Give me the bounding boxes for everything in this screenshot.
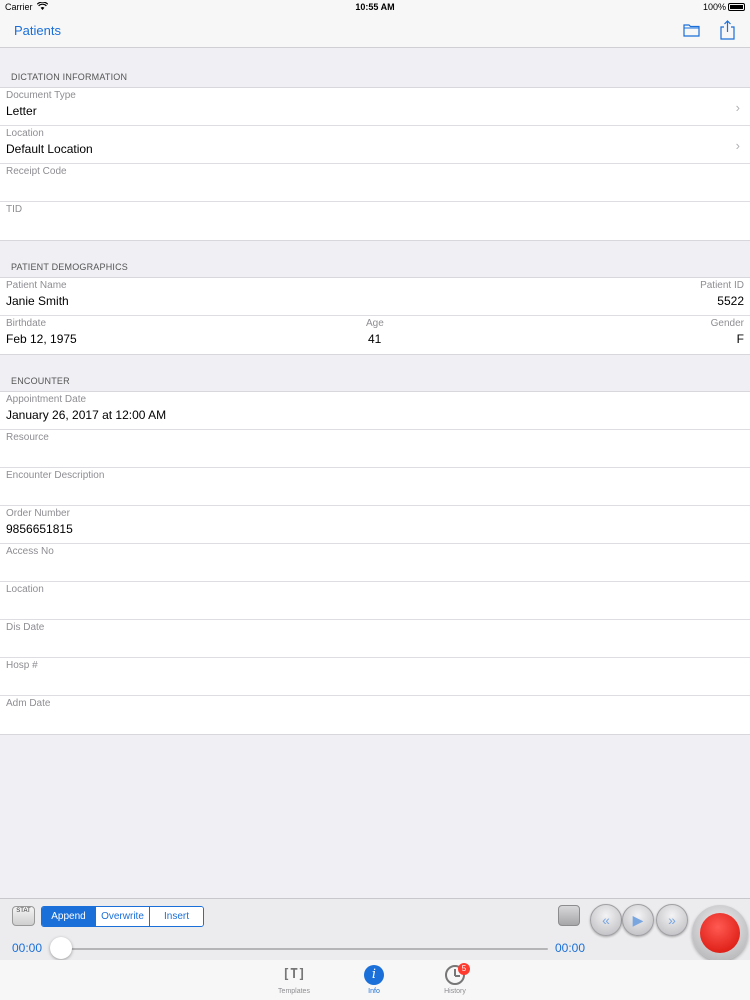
patient-id-value: 5522 — [717, 294, 744, 308]
tab-label: Templates — [278, 988, 310, 995]
section-title: ENCOUNTER — [11, 376, 70, 386]
navigation-bar: Patients — [0, 15, 750, 48]
location-label: Location — [6, 128, 44, 139]
order-number-field[interactable]: Order Number 9856651815 — [0, 506, 750, 544]
overwrite-mode-button[interactable]: Overwrite — [96, 907, 150, 926]
battery-percent: 100% — [702, 2, 726, 12]
order-number-value: 9856651815 — [6, 522, 73, 536]
demographics-group: Patient Name Janie Smith Patient ID 5522… — [0, 277, 750, 355]
encounter-location-label: Location — [6, 584, 44, 595]
status-bar: Carrier 10:55 AM 100% — [0, 0, 750, 15]
tab-label: Info — [368, 988, 380, 995]
share-icon[interactable] — [719, 20, 736, 40]
recorder-toolbar: STAT Append Overwrite Insert « ▶ » 00:00… — [0, 898, 750, 961]
fast-forward-icon[interactable]: » — [656, 904, 688, 936]
stat-toggle-button[interactable]: STAT — [12, 906, 35, 926]
section-header-encounter: ENCOUNTER — [0, 355, 750, 391]
section-title: PATIENT DEMOGRAPHICS — [11, 262, 129, 272]
chevron-right-icon: › — [735, 138, 740, 153]
gender-value: F — [736, 332, 744, 346]
patient-name-value: Janie Smith — [6, 294, 69, 308]
age-value: 41 — [368, 332, 382, 346]
birthdate-value: Feb 12, 1975 — [6, 332, 77, 346]
appointment-date-value: January 26, 2017 at 12:00 AM — [6, 408, 167, 422]
encounter-location-field[interactable]: Location — [0, 582, 750, 620]
birthdate-label: Birthdate — [6, 318, 47, 329]
info-icon: i — [364, 965, 384, 985]
adm-date-label: Adm Date — [6, 698, 51, 709]
hosp-number-field[interactable]: Hosp # — [0, 658, 750, 696]
playback-scrubber-track[interactable] — [60, 948, 548, 950]
record-button[interactable] — [692, 905, 748, 961]
section-header-demographics: PATIENT DEMOGRAPHICS — [0, 241, 750, 277]
tab-label: History — [444, 988, 466, 995]
resource-label: Resource — [6, 432, 49, 443]
tab-bar: [T] Templates i Info 5 History — [0, 960, 750, 1000]
chevron-right-icon: › — [735, 100, 740, 115]
record-mode-segmented-control: Append Overwrite Insert — [41, 906, 204, 927]
location-value: Default Location — [6, 142, 93, 156]
document-type-value: Letter — [6, 104, 37, 118]
patient-info-form: DICTATION INFORMATION Document Type Lett… — [0, 48, 750, 735]
age-label: Age — [366, 318, 384, 329]
stop-button[interactable] — [558, 905, 580, 926]
record-icon — [700, 913, 740, 953]
encounter-description-field[interactable]: Encounter Description — [0, 468, 750, 506]
resource-field[interactable]: Resource — [0, 430, 750, 468]
tid-label: TID — [6, 204, 23, 215]
dictation-group: Document Type Letter › Location Default … — [0, 87, 750, 241]
patient-name-label: Patient Name — [6, 280, 67, 291]
receipt-code-label: Receipt Code — [6, 166, 67, 177]
patient-name-row: Patient Name Janie Smith Patient ID 5522 — [0, 278, 750, 316]
order-number-label: Order Number — [6, 508, 70, 519]
birthdate-row: Birthdate Feb 12, 1975 Age 41 Gender F — [0, 316, 750, 354]
rewind-icon[interactable]: « — [590, 904, 622, 936]
gender-label: Gender — [710, 318, 744, 329]
play-icon[interactable]: ▶ — [622, 904, 654, 936]
document-type-row[interactable]: Document Type Letter › — [0, 88, 750, 126]
hosp-number-label: Hosp # — [6, 660, 38, 671]
folder-icon[interactable] — [683, 23, 700, 37]
appointment-date-label: Appointment Date — [6, 394, 87, 405]
access-no-field[interactable]: Access No — [0, 544, 750, 582]
adm-date-field[interactable]: Adm Date — [0, 696, 750, 734]
section-title: DICTATION INFORMATION — [11, 72, 128, 82]
tab-templates[interactable]: [T] Templates — [264, 965, 324, 995]
dis-date-label: Dis Date — [6, 622, 45, 633]
receipt-code-field[interactable]: Receipt Code — [0, 164, 750, 202]
battery-icon — [728, 3, 745, 11]
dis-date-field[interactable]: Dis Date — [0, 620, 750, 658]
templates-icon: [T] — [282, 967, 306, 982]
tid-field[interactable]: TID — [0, 202, 750, 240]
tab-history[interactable]: 5 History — [425, 963, 485, 995]
tab-info[interactable]: i Info — [344, 965, 404, 995]
location-row[interactable]: Location Default Location › — [0, 126, 750, 164]
document-type-label: Document Type — [6, 90, 76, 101]
total-time: 00:00 — [555, 941, 586, 955]
patient-id-label: Patient ID — [700, 280, 744, 291]
patients-back-button[interactable]: Patients — [14, 23, 61, 38]
elapsed-time: 00:00 — [12, 941, 43, 955]
appointment-date-field[interactable]: Appointment Date January 26, 2017 at 12:… — [0, 392, 750, 430]
access-no-label: Access No — [6, 546, 54, 557]
playback-scrubber-thumb[interactable] — [50, 937, 72, 959]
insert-mode-button[interactable]: Insert — [150, 907, 203, 926]
append-mode-button[interactable]: Append — [42, 907, 96, 926]
history-badge: 5 — [458, 963, 470, 975]
encounter-group: Appointment Date January 26, 2017 at 12:… — [0, 391, 750, 735]
section-header-dictation: DICTATION INFORMATION — [0, 48, 750, 87]
stat-label: STAT — [16, 908, 31, 914]
encounter-description-label: Encounter Description — [6, 470, 105, 481]
status-time: 10:55 AM — [355, 2, 395, 12]
